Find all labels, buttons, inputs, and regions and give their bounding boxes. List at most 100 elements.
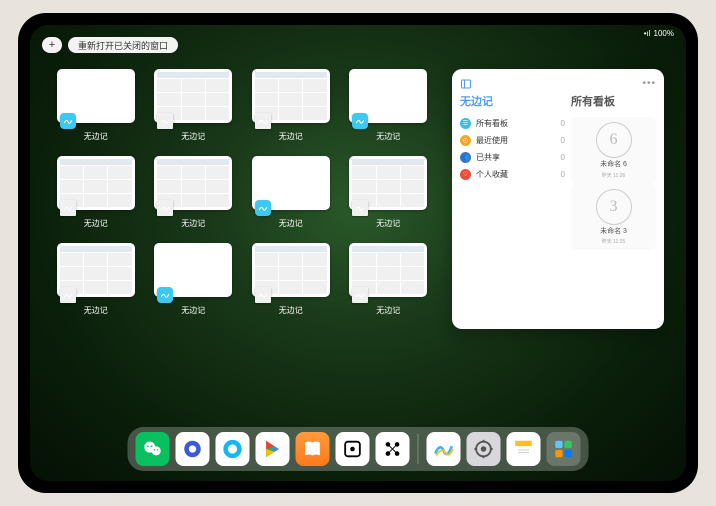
dock-play-icon[interactable] <box>256 432 290 466</box>
window-label: 无边记 <box>376 218 400 229</box>
menu-count: 0 <box>561 153 565 162</box>
window-thumbnail[interactable]: 无边记 <box>150 69 238 142</box>
menu-item[interactable]: ☰ 所有看板 0 <box>460 115 565 132</box>
dock-qq-icon[interactable] <box>216 432 250 466</box>
menu-count: 0 <box>561 119 565 128</box>
menu-count: 0 <box>561 170 565 179</box>
boards-column: 所有看板 6未命名 6昨天 11:263未命名 3昨天 11:25 <box>571 93 656 321</box>
freeform-app-icon <box>352 200 368 216</box>
board-label: 未命名 6 <box>600 161 627 169</box>
menu-count: 0 <box>561 136 565 145</box>
menu-item[interactable]: ♡ 个人收藏 0 <box>460 166 565 183</box>
menu-label: 个人收藏 <box>476 169 508 180</box>
window-label: 无边记 <box>181 305 205 316</box>
window-thumbnail[interactable]: 无边记 <box>52 243 140 316</box>
dock-notes-icon[interactable] <box>507 432 541 466</box>
thumbnail-preview <box>349 243 427 297</box>
battery-text: 100% <box>654 29 674 38</box>
freeform-app-icon <box>60 113 76 129</box>
menu-icon: ☰ <box>460 118 471 129</box>
freeform-app-icon <box>352 287 368 303</box>
thumbnail-preview <box>154 156 232 210</box>
window-thumbnail[interactable]: 无边记 <box>150 243 238 316</box>
dock-dice-icon[interactable] <box>336 432 370 466</box>
freeform-app-icon <box>255 113 271 129</box>
window-thumbnail[interactable]: 无边记 <box>345 243 433 316</box>
dock-app-library-icon[interactable] <box>547 432 581 466</box>
dock <box>128 427 589 471</box>
content-area: 无边记无边记无边记无边记无边记无边记无边记无边记无边记无边记无边记无边记 •••… <box>52 63 664 421</box>
window-label: 无边记 <box>279 305 303 316</box>
window-label: 无边记 <box>376 131 400 142</box>
dock-wechat-icon[interactable] <box>136 432 170 466</box>
window-label: 无边记 <box>181 131 205 142</box>
more-icon[interactable]: ••• <box>642 78 656 89</box>
freeform-app-icon <box>157 287 173 303</box>
freeform-app-icon <box>157 200 173 216</box>
screen: •ıl 100% + 重新打开已关闭的窗口 无边记无边记无边记无边记无边记无边记… <box>30 25 686 481</box>
thumbnail-preview <box>252 243 330 297</box>
signal-icon: •ıl <box>644 29 651 38</box>
reopen-closed-button[interactable]: 重新打开已关闭的窗口 <box>68 37 178 53</box>
window-thumbnail[interactable]: 无边记 <box>247 156 335 229</box>
menu-icon: 👥 <box>460 152 471 163</box>
window-label: 无边记 <box>84 131 108 142</box>
menu-icon: ♡ <box>460 169 471 180</box>
board-card[interactable]: 6 未命名 6 昨天 11:26 <box>571 117 656 184</box>
window-label: 无边记 <box>279 218 303 229</box>
menu-label: 已共享 <box>476 152 500 163</box>
dock-settings-icon[interactable] <box>467 432 501 466</box>
thumbnail-preview <box>349 69 427 123</box>
dock-freeform-icon[interactable] <box>427 432 461 466</box>
boards-title: 所有看板 <box>571 93 656 109</box>
status-bar: •ıl 100% <box>644 29 674 38</box>
thumbnail-preview <box>57 243 135 297</box>
board-label: 未命名 3 <box>600 228 627 236</box>
window-thumbnail[interactable]: 无边记 <box>52 156 140 229</box>
window-thumbnail[interactable]: 无边记 <box>345 156 433 229</box>
menu-item[interactable]: ◴ 最近使用 0 <box>460 132 565 149</box>
menu-label: 所有看板 <box>476 118 508 129</box>
freeform-app-icon <box>255 287 271 303</box>
board-timestamp: 昨天 11:25 <box>602 238 626 245</box>
freeform-app-icon <box>157 113 173 129</box>
thumbnail-preview <box>57 69 135 123</box>
freeform-app-icon <box>60 200 76 216</box>
dock-dots-icon[interactable] <box>376 432 410 466</box>
popup-sidebar: 无边记 ☰ 所有看板 0 ◴ 最近使用 0 👥 已共享 0 ♡ 个人收藏 0 <box>460 93 565 321</box>
thumbnail-preview <box>154 243 232 297</box>
thumbnail-preview <box>252 156 330 210</box>
window-label: 无边记 <box>279 131 303 142</box>
window-thumbnail[interactable]: 无边记 <box>247 69 335 142</box>
freeform-app-icon <box>352 113 368 129</box>
window-label: 无边记 <box>376 305 400 316</box>
menu-icon: ◴ <box>460 135 471 146</box>
board-timestamp: 昨天 11:26 <box>602 172 626 179</box>
window-label: 无边记 <box>181 218 205 229</box>
window-label: 无边记 <box>84 218 108 229</box>
board-preview: 6 <box>596 122 632 158</box>
dock-books-icon[interactable] <box>296 432 330 466</box>
top-bar: + 重新打开已关闭的窗口 <box>42 37 178 53</box>
sidebar-icon[interactable] <box>460 77 472 89</box>
freeform-app-icon <box>255 200 271 216</box>
thumbnail-preview <box>349 156 427 210</box>
freeform-app-icon <box>60 287 76 303</box>
window-grid: 无边记无边记无边记无边记无边记无边记无边记无边记无边记无边记无边记无边记 <box>52 63 432 421</box>
window-thumbnail[interactable]: 无边记 <box>345 69 433 142</box>
new-window-button[interactable]: + <box>42 37 62 53</box>
dock-quark-hd-icon[interactable] <box>176 432 210 466</box>
window-thumbnail[interactable]: 无边记 <box>150 156 238 229</box>
menu-label: 最近使用 <box>476 135 508 146</box>
window-label: 无边记 <box>84 305 108 316</box>
menu-item[interactable]: 👥 已共享 0 <box>460 149 565 166</box>
thumbnail-preview <box>154 69 232 123</box>
dock-separator <box>418 434 419 464</box>
window-thumbnail[interactable]: 无边记 <box>52 69 140 142</box>
board-card[interactable]: 3未命名 3昨天 11:25 <box>571 184 656 251</box>
ipad-frame: •ıl 100% + 重新打开已关闭的窗口 无边记无边记无边记无边记无边记无边记… <box>18 13 698 493</box>
app-title: 无边记 <box>460 93 565 109</box>
freeform-popup: ••• 无边记 ☰ 所有看板 0 ◴ 最近使用 0 👥 已共享 0 ♡ 个人收藏 0 所有看板 6 未命… <box>452 69 664 329</box>
thumbnail-preview <box>57 156 135 210</box>
window-thumbnail[interactable]: 无边记 <box>247 243 335 316</box>
